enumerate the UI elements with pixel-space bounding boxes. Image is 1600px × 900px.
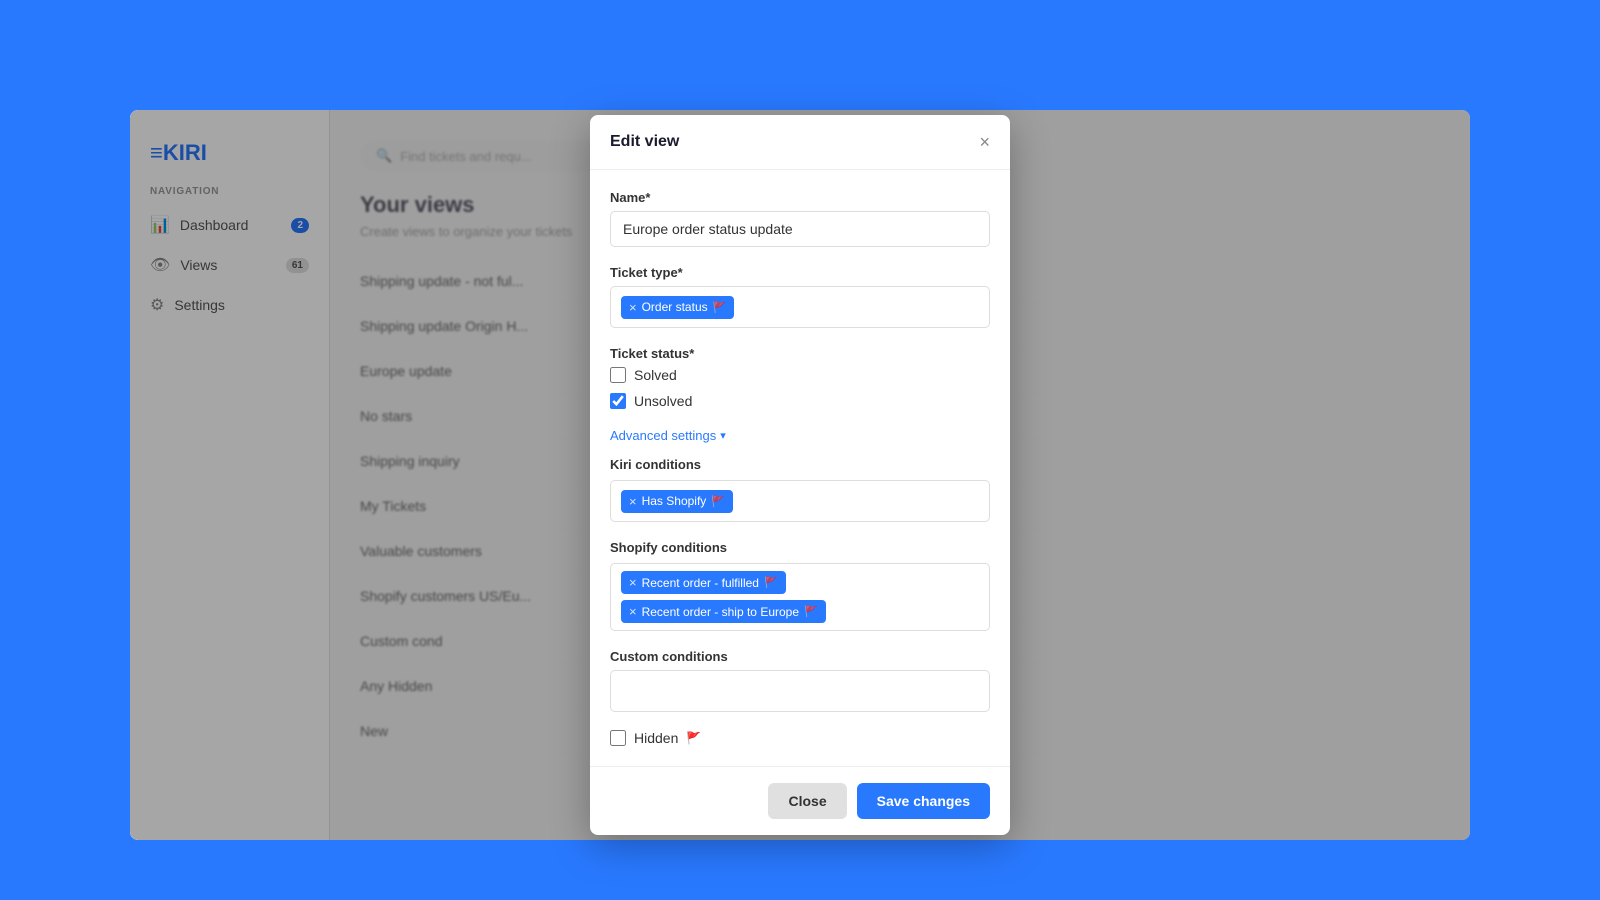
kiri-tag-label: Has Shopify <box>642 494 707 508</box>
solved-row: Solved <box>610 367 990 383</box>
shopify-conditions-field[interactable]: × Recent order - fulfilled 🚩 × Recent or… <box>610 563 990 631</box>
solved-checkbox[interactable] <box>610 367 626 383</box>
ticket-type-tag: × Order status 🚩 <box>621 296 734 319</box>
unsolved-label: Unsolved <box>634 393 692 409</box>
modal-body: Name* Ticket type* × Order status 🚩 Tick… <box>590 170 1010 766</box>
ticket-type-field[interactable]: × Order status 🚩 <box>610 286 990 328</box>
hidden-label: Hidden <box>634 730 678 746</box>
edit-view-modal: Edit view × Name* Ticket type* × Order s… <box>590 115 1010 835</box>
remove-shopify-tag1[interactable]: × <box>629 575 637 590</box>
shopify-tag2-label: Recent order - ship to Europe <box>642 605 799 619</box>
remove-shopify-tag2[interactable]: × <box>629 604 637 619</box>
ticket-status-group: Ticket status* Solved Unsolved <box>610 346 990 409</box>
name-group: Name* <box>610 190 990 247</box>
ticket-type-group: Ticket type* × Order status 🚩 <box>610 265 990 328</box>
unsolved-checkbox[interactable] <box>610 393 626 409</box>
name-input[interactable] <box>610 211 990 247</box>
remove-kiri-tag[interactable]: × <box>629 494 637 509</box>
custom-conditions-field[interactable] <box>610 670 990 712</box>
custom-conditions-group: Custom conditions <box>610 649 990 712</box>
modal-title: Edit view <box>610 133 679 151</box>
advanced-settings-label: Advanced settings <box>610 428 716 443</box>
kiri-conditions-label: Kiri conditions <box>610 457 990 472</box>
ticket-type-label: Ticket type* <box>610 265 990 280</box>
ticket-type-tag-info: 🚩 <box>713 301 727 314</box>
shopify-tag1-info: 🚩 <box>764 576 778 589</box>
shopify-conditions-label: Shopify conditions <box>610 540 990 555</box>
advanced-settings-toggle[interactable]: Advanced settings ▾ <box>610 428 726 443</box>
modal-footer: Close Save changes <box>590 766 1010 835</box>
hidden-checkbox[interactable] <box>610 730 626 746</box>
unsolved-row: Unsolved <box>610 393 990 409</box>
kiri-conditions-field[interactable]: × Has Shopify 🚩 <box>610 480 990 522</box>
hidden-info-icon: 🚩 <box>686 731 701 745</box>
save-button[interactable]: Save changes <box>857 783 990 819</box>
close-button[interactable]: Close <box>768 783 846 819</box>
name-label: Name* <box>610 190 990 205</box>
shopify-tag1-label: Recent order - fulfilled <box>642 576 759 590</box>
shopify-conditions-group: Shopify conditions × Recent order - fulf… <box>610 540 990 631</box>
shopify-tag2-info: 🚩 <box>804 605 818 618</box>
solved-label: Solved <box>634 367 677 383</box>
modal-close-button[interactable]: × <box>979 133 990 151</box>
ticket-status-label: Ticket status* <box>610 346 990 361</box>
ticket-status-checkboxes: Solved Unsolved <box>610 367 990 409</box>
chevron-down-icon: ▾ <box>720 429 726 442</box>
modal-header: Edit view × <box>590 115 1010 170</box>
kiri-tag-info: 🚩 <box>711 495 725 508</box>
kiri-tag: × Has Shopify 🚩 <box>621 490 733 513</box>
hidden-group: Hidden 🚩 <box>610 730 990 746</box>
remove-ticket-type-tag[interactable]: × <box>629 300 637 315</box>
kiri-conditions-group: Kiri conditions × Has Shopify 🚩 <box>610 457 990 522</box>
shopify-tag1: × Recent order - fulfilled 🚩 <box>621 571 786 594</box>
shopify-tag2: × Recent order - ship to Europe 🚩 <box>621 600 826 623</box>
custom-conditions-label: Custom conditions <box>610 649 990 664</box>
ticket-type-tag-label: Order status <box>642 300 708 314</box>
